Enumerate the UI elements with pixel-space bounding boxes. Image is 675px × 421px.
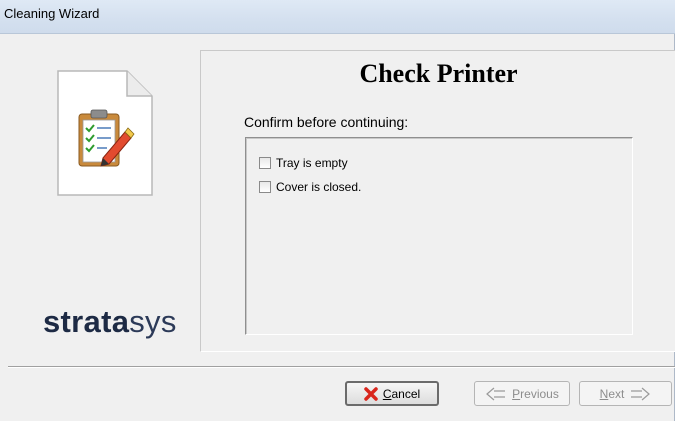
next-label: Next <box>599 386 625 401</box>
sidebar-panel: stratasys <box>8 38 198 356</box>
arrow-right-icon <box>629 387 651 401</box>
cover-closed-checkbox[interactable] <box>259 181 271 193</box>
content-panel: Check Printer Confirm before continuing:… <box>200 50 675 352</box>
checklist-item-cover-closed[interactable]: Cover is closed. <box>259 179 361 195</box>
footer-separator <box>8 366 675 368</box>
next-button[interactable]: Next <box>579 381 672 406</box>
cancel-button[interactable]: Cancel <box>345 381 439 406</box>
arrow-left-icon <box>485 387 507 401</box>
wizard-window: Cleaning Wizard stratasys Check Printer … <box>0 0 675 421</box>
checklist-box: Tray is empty Cover is closed. <box>245 137 633 335</box>
stratasys-logo: stratasys <box>43 304 177 339</box>
red-x-icon <box>364 386 378 401</box>
previous-button[interactable]: Previous <box>474 381 570 406</box>
checklist-item-tray-empty[interactable]: Tray is empty <box>259 155 348 171</box>
previous-label: Previous <box>512 386 559 401</box>
title-bar[interactable]: Cleaning Wizard <box>0 0 675 34</box>
checklist-item-label: Cover is closed. <box>276 180 362 194</box>
window-title: Cleaning Wizard <box>4 6 100 21</box>
page-title: Check Printer <box>359 59 518 88</box>
tray-empty-checkbox[interactable] <box>259 157 271 169</box>
clipboard-checklist-icon <box>57 70 153 196</box>
checklist-item-label: Tray is empty <box>276 156 348 170</box>
cancel-label: Cancel <box>382 386 421 401</box>
instruction-text: Confirm before continuing: <box>244 114 409 130</box>
